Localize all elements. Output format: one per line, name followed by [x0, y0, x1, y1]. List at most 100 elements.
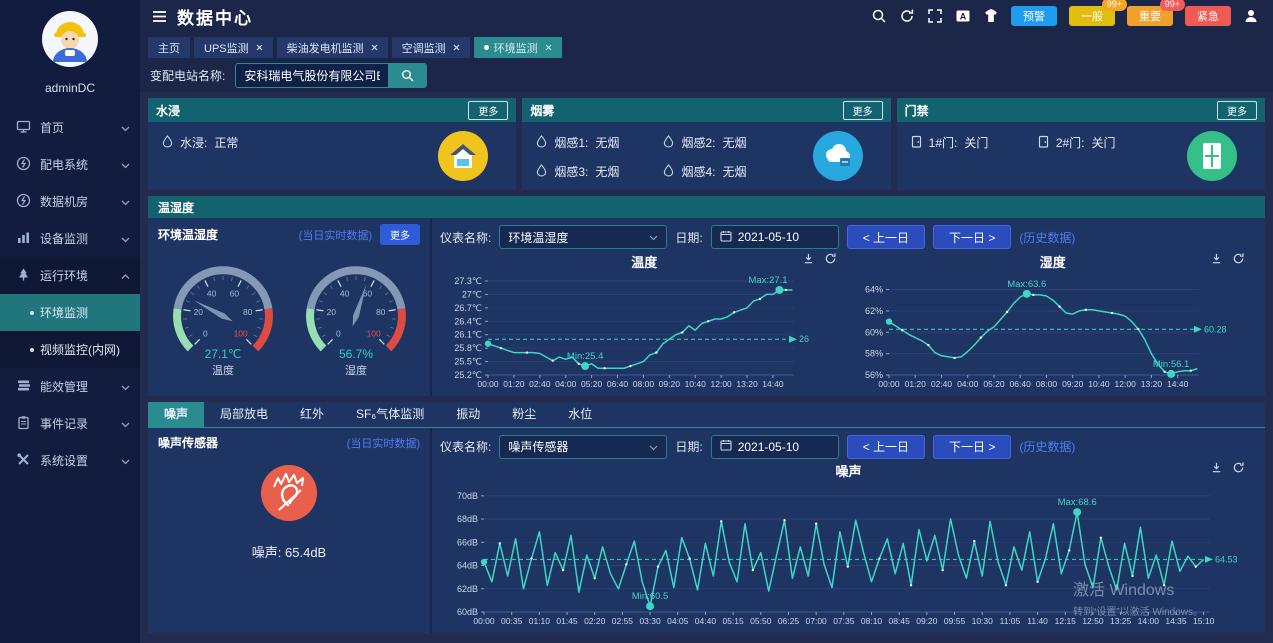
close-icon[interactable] [371, 44, 378, 51]
svg-text:60: 60 [230, 288, 240, 298]
svg-text:80: 80 [243, 307, 253, 317]
water-more-button[interactable]: 更多 [468, 101, 508, 120]
smoke-panel: 烟雾 更多 烟感1: 无烟 烟感2: 无烟 [522, 98, 890, 190]
svg-text:60%: 60% [864, 327, 882, 337]
station-name-label: 变配电站名称: [150, 67, 225, 84]
sidebar-item-energy[interactable]: 能效管理 [0, 368, 140, 405]
droplet-icon [663, 134, 674, 151]
refresh-icon[interactable] [1232, 461, 1245, 474]
temp-humidity-section-title: 温湿度 [148, 196, 1265, 218]
sidebar-item-power-system[interactable]: 配电系统 [0, 146, 140, 183]
svg-text:05:15: 05:15 [722, 616, 744, 626]
alarm-button-important[interactable]: 重要 99+ [1127, 6, 1173, 26]
event-log-icon [16, 415, 31, 433]
temperature-gauge: 02040608010027.1℃温度 [158, 256, 287, 380]
sidebar-item-device-monitor[interactable]: 设备监测 [0, 220, 140, 257]
svg-text:68dB: 68dB [457, 514, 478, 524]
tab-noise[interactable]: 噪声 [148, 402, 204, 427]
sidebar-item-environment[interactable]: 运行环境 [0, 257, 140, 294]
refresh-icon[interactable] [824, 252, 837, 265]
history-data-link[interactable]: (历史数据) [1019, 229, 1075, 246]
tab-partial-discharge[interactable]: 局部放电 [204, 402, 284, 427]
svg-text:13:20: 13:20 [1140, 379, 1162, 389]
sidebar-item-env-monitor[interactable]: 环境监测 [0, 294, 140, 331]
svg-text:05:20: 05:20 [581, 379, 603, 389]
user-icon[interactable] [1243, 8, 1259, 24]
tab-water-level[interactable]: 水位 [552, 402, 608, 427]
search-button[interactable] [388, 64, 426, 87]
sensor-status: 无烟 [723, 163, 747, 180]
energy-icon [16, 378, 31, 396]
alarm-button-warning[interactable]: 预警 [1011, 6, 1057, 26]
temp-humidity-more-button[interactable]: 更多 [380, 224, 420, 245]
water-panel: 水浸 更多 水浸: 正常 [148, 98, 516, 190]
sidebar-item-data-room[interactable]: 数据机房 [0, 183, 140, 220]
power-icon [16, 156, 31, 174]
prev-day-button[interactable]: < 上一日 [847, 435, 925, 459]
close-icon[interactable] [256, 44, 263, 51]
hamburger-menu-icon[interactable] [152, 10, 167, 23]
sidebar-item-video-monitor[interactable]: 视频监控(内网) [0, 331, 140, 368]
search-icon[interactable] [871, 8, 887, 24]
svg-text:15:10: 15:10 [1193, 616, 1215, 626]
prev-day-button[interactable]: < 上一日 [847, 225, 925, 249]
door-more-button[interactable]: 更多 [1217, 101, 1257, 120]
chevron-down-icon [121, 121, 130, 135]
svg-text:80: 80 [376, 307, 386, 317]
smoke-sensor-item: 烟感4: 无烟 [663, 163, 790, 180]
tab-dust[interactable]: 粉尘 [496, 402, 552, 427]
tab-ac[interactable]: 空调监测 [392, 37, 470, 58]
avatar[interactable] [41, 10, 99, 73]
theme-icon[interactable] [983, 8, 999, 24]
history-data-link[interactable]: (历史数据) [1019, 438, 1075, 455]
date-picker[interactable]: 2021-05-10 [711, 435, 839, 459]
alarm-button-general[interactable]: 一般 99+ [1069, 6, 1115, 26]
svg-text:12:00: 12:00 [711, 379, 733, 389]
close-icon[interactable] [453, 44, 460, 51]
svg-text:100: 100 [234, 328, 248, 338]
sidebar-item-events[interactable]: 事件记录 [0, 405, 140, 442]
svg-text:60.28: 60.28 [1204, 324, 1227, 334]
sensor-tabs: 噪声 局部放电 红外 SF₆气体监测 振动 粉尘 水位 [148, 402, 1265, 428]
font-size-icon[interactable]: A [955, 8, 971, 24]
tab-home[interactable]: 主页 [148, 37, 190, 58]
refresh-icon[interactable] [899, 8, 915, 24]
tab-vibration[interactable]: 振动 [440, 402, 496, 427]
svg-text:10:30: 10:30 [972, 616, 994, 626]
tab-ups[interactable]: UPS监测 [194, 37, 273, 58]
meter-select[interactable]: 噪声传感器 [499, 435, 667, 459]
next-day-button[interactable]: 下一日 > [933, 435, 1011, 459]
bullet-icon [30, 311, 34, 315]
svg-text:00:00: 00:00 [477, 379, 499, 389]
download-icon[interactable] [802, 252, 815, 265]
tab-sf6-gas[interactable]: SF₆气体监测 [340, 402, 440, 427]
close-icon[interactable] [545, 44, 552, 51]
refresh-icon[interactable] [1232, 252, 1245, 265]
tab-env-monitor[interactable]: 环境监测 [474, 37, 562, 58]
env-temp-humidity-panel: 环境温湿度 (当日实时数据) 更多 02040608010027.1℃温度 02… [148, 218, 430, 396]
svg-text:27℃: 27℃ [462, 289, 482, 299]
svg-text:08:10: 08:10 [861, 616, 883, 626]
download-icon[interactable] [1210, 252, 1223, 265]
download-icon[interactable] [1210, 461, 1223, 474]
power-icon [16, 193, 31, 211]
tab-infrared[interactable]: 红外 [284, 402, 340, 427]
next-day-button[interactable]: 下一日 > [933, 225, 1011, 249]
fullscreen-icon[interactable] [927, 8, 943, 24]
date-picker[interactable]: 2021-05-10 [711, 225, 839, 249]
noise-line-chart: 60dB62dB64dB66dB68dB70dB00:0000:3501:100… [440, 478, 1252, 628]
sensor-status: 无烟 [723, 134, 747, 151]
sidebar-item-settings[interactable]: 系统设置 [0, 442, 140, 479]
station-name-input[interactable] [236, 64, 388, 87]
tab-diesel[interactable]: 柴油发电机监测 [277, 37, 388, 58]
door-panel: 门禁 更多 1#门: 关门 2#门: 关门 [897, 98, 1265, 190]
access-door-icon [1187, 131, 1237, 181]
alarm-button-urgent[interactable]: 紧急 [1185, 6, 1231, 26]
svg-text:62dB: 62dB [457, 584, 478, 594]
meter-select[interactable]: 环境温湿度 [499, 225, 667, 249]
sidebar-item-home[interactable]: 首页 [0, 109, 140, 146]
sensor-status: 关门 [1092, 134, 1116, 151]
smoke-more-button[interactable]: 更多 [843, 101, 883, 120]
door-icon [911, 135, 922, 151]
svg-text:66dB: 66dB [457, 537, 478, 547]
